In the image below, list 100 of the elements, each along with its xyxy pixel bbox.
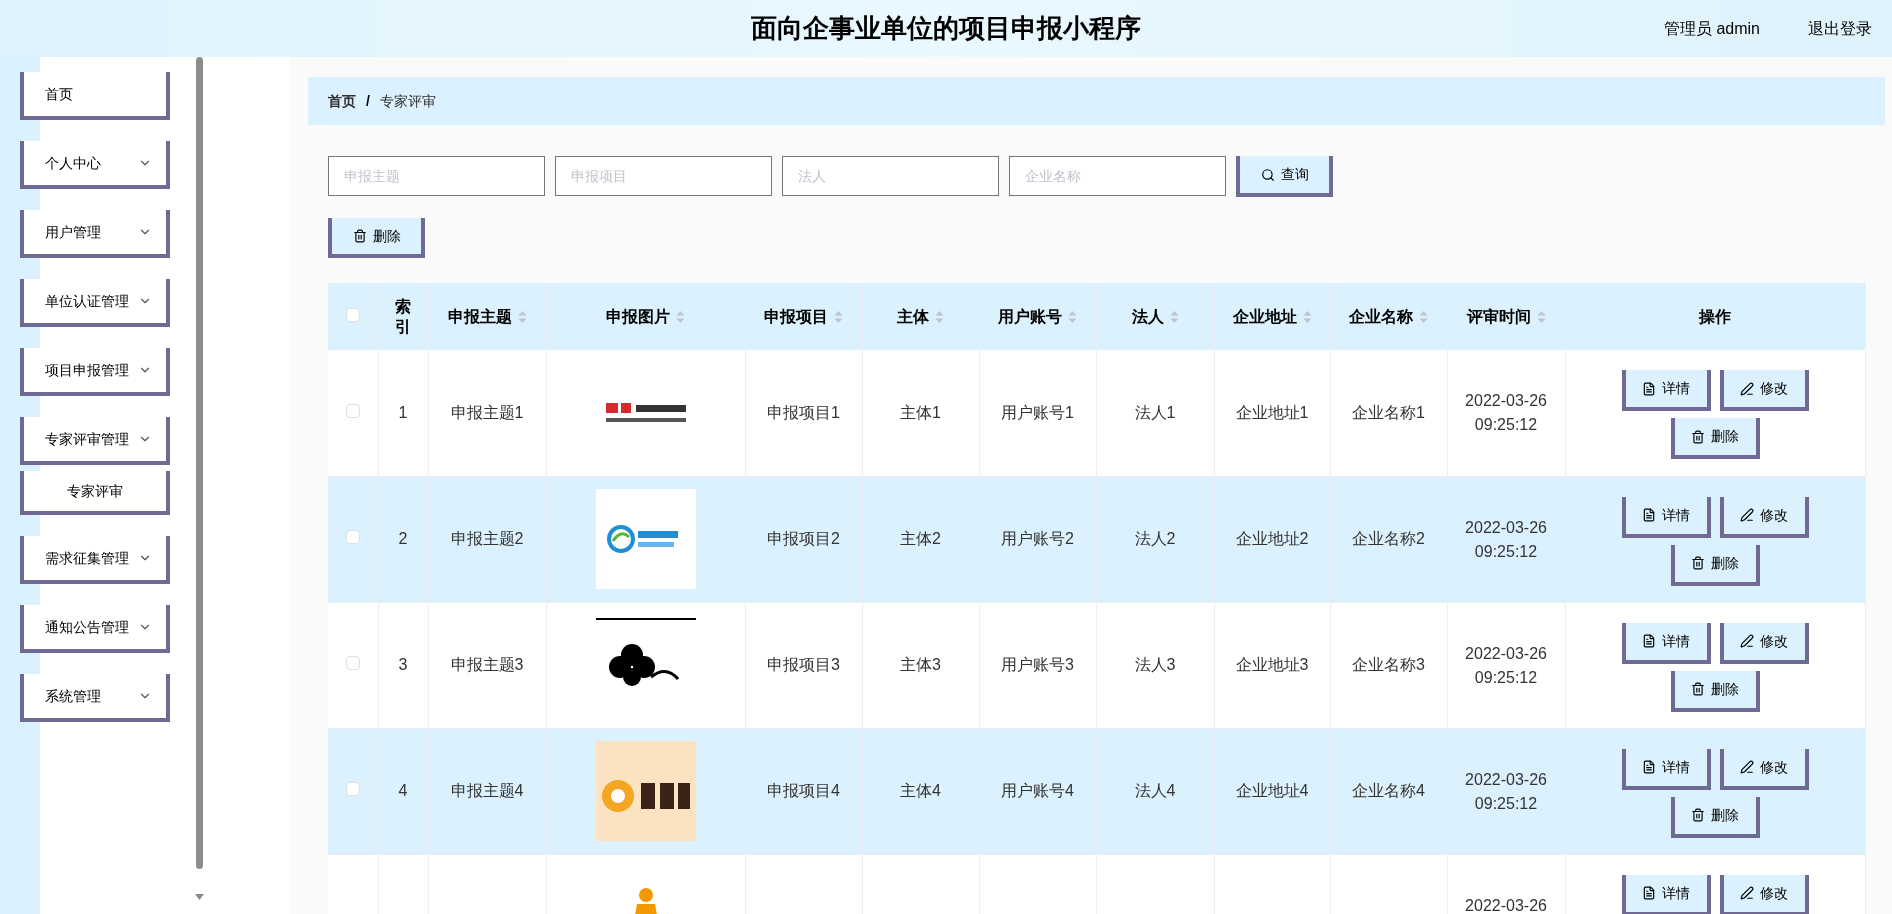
delete-button[interactable]: 删除	[328, 218, 425, 258]
table-cell: 企业地址4	[1214, 728, 1330, 854]
delete-button[interactable]: 删除	[1670, 418, 1760, 459]
pen-icon	[1740, 886, 1754, 900]
table-cell: 主体4	[862, 728, 979, 854]
trash-icon	[1691, 682, 1705, 696]
table-cell: 申报主题4	[428, 728, 546, 854]
table-cell: 1	[378, 350, 428, 476]
table-cell: 2	[378, 476, 428, 602]
checkbox[interactable]	[345, 656, 360, 670]
table-cell: 用户账号4	[979, 728, 1096, 854]
table-cell: 企业名称1	[1330, 350, 1447, 476]
table-cell: 申报项目3	[745, 602, 862, 728]
document-icon	[1642, 634, 1656, 648]
search-field[interactable]: 法人	[782, 156, 999, 196]
edit-button[interactable]: 修改	[1719, 496, 1809, 538]
edit-button[interactable]: 修改	[1719, 370, 1809, 411]
table-cell: 主体2	[862, 476, 979, 602]
table-cell: 申报项目4	[745, 728, 862, 854]
search-button[interactable]: 查询	[1236, 156, 1333, 197]
sort-icon[interactable]	[1302, 309, 1312, 324]
table-cell: 企业名称3	[1330, 602, 1447, 728]
table-cell: 申报主题3	[428, 602, 546, 728]
delete-button[interactable]: 删除	[1670, 796, 1760, 838]
sidebar-item[interactable]: 专家评审管理	[20, 417, 170, 465]
pen-icon	[1740, 508, 1754, 522]
table-cell: 用户账号1	[979, 350, 1096, 476]
trash-icon	[352, 229, 367, 243]
edit-button[interactable]: 修改	[1719, 874, 1809, 914]
edit-button[interactable]: 修改	[1719, 748, 1809, 790]
sidebar-subitem[interactable]: 专家评审	[20, 471, 170, 515]
sidebar-item[interactable]: 用户管理	[20, 210, 170, 258]
search-icon	[1260, 167, 1275, 182]
sort-icon[interactable]	[1169, 309, 1179, 324]
document-icon	[1642, 508, 1656, 522]
detail-button[interactable]: 详情	[1621, 370, 1711, 411]
logout-link[interactable]: 退出登录	[1808, 16, 1872, 41]
date-text: 2022-03-26	[1465, 895, 1547, 914]
sort-icon[interactable]	[517, 309, 527, 324]
sort-icon[interactable]	[676, 309, 685, 324]
breadcrumb-link[interactable]: 专家评审	[379, 90, 436, 112]
sidebar-item[interactable]: 单位认证管理	[20, 279, 170, 327]
search-field[interactable]: 企业名称	[1009, 156, 1226, 196]
scrollbar[interactable]	[196, 57, 203, 869]
table-cell: 申报项目1	[745, 350, 862, 476]
table-cell: 主体1	[862, 350, 979, 476]
trash-icon	[1691, 429, 1705, 444]
table-cell: 企业名称4	[1330, 728, 1447, 854]
time-text: 09:25:12	[1474, 793, 1538, 814]
breadcrumb-link[interactable]: 首页	[328, 90, 356, 112]
sort-icon[interactable]	[1068, 309, 1077, 324]
time-text: 09:25:12	[1474, 667, 1538, 688]
app-title: 面向企事业单位的项目申报小程序	[751, 12, 1141, 45]
sort-icon[interactable]	[1419, 309, 1428, 324]
user-label: 管理员 admin	[1663, 18, 1760, 39]
search-field[interactable]: 申报项目	[555, 156, 772, 196]
sidebar-item[interactable]: 个人中心	[20, 141, 170, 189]
date-text: 2022-03-26	[1465, 643, 1547, 664]
checkbox[interactable]	[345, 307, 360, 322]
sidebar-item[interactable]: 需求征集管理	[20, 536, 170, 584]
breadcrumb-separator: /	[366, 91, 370, 111]
sidebar-item[interactable]: 项目申报管理	[20, 348, 170, 396]
table-cell: 申报项目2	[745, 476, 862, 602]
table-cell: 4	[378, 728, 428, 854]
trash-icon	[1691, 556, 1705, 570]
sidebar-item[interactable]: 通知公告管理	[20, 605, 170, 653]
checkbox[interactable]	[345, 403, 360, 418]
detail-button[interactable]: 详情	[1621, 496, 1711, 538]
table-cell: 企业名称2	[1330, 476, 1447, 602]
detail-button[interactable]: 详情	[1621, 748, 1711, 790]
table-cell: 3	[378, 602, 428, 728]
document-icon	[1642, 381, 1656, 396]
table-cell: 企业地址1	[1214, 350, 1330, 476]
detail-button[interactable]: 详情	[1621, 622, 1711, 664]
table-cell: 申报主题1	[428, 350, 546, 476]
table-cell: 用户账号2	[979, 476, 1096, 602]
table-cell: 企业地址3	[1214, 602, 1330, 728]
sidebar-item[interactable]: 系统管理	[20, 674, 170, 722]
edit-button[interactable]: 修改	[1719, 622, 1809, 664]
sidebar-item[interactable]: 首页	[20, 72, 170, 120]
detail-button[interactable]: 详情	[1621, 874, 1711, 914]
delete-button[interactable]: 删除	[1670, 544, 1760, 586]
delete-button[interactable]: 删除	[1670, 670, 1760, 712]
checkbox[interactable]	[345, 782, 360, 796]
sort-icon[interactable]	[834, 309, 843, 324]
table-cell: 法人3	[1096, 602, 1214, 728]
pen-icon	[1740, 760, 1754, 774]
pen-icon	[1740, 381, 1754, 396]
search-field[interactable]: 申报主题	[328, 156, 545, 196]
document-icon	[1642, 760, 1656, 774]
date-text: 2022-03-26	[1465, 391, 1547, 411]
time-text: 09:25:12	[1474, 415, 1538, 435]
date-text: 2022-03-26	[1465, 517, 1547, 538]
table-cell: 用户账号3	[979, 602, 1096, 728]
table-cell: 法人4	[1096, 728, 1214, 854]
checkbox[interactable]	[345, 530, 360, 544]
sort-icon[interactable]	[1536, 309, 1546, 324]
time-text: 09:25:12	[1474, 541, 1538, 562]
sort-icon[interactable]	[935, 309, 944, 324]
scroll-down-icon[interactable]	[195, 894, 204, 900]
